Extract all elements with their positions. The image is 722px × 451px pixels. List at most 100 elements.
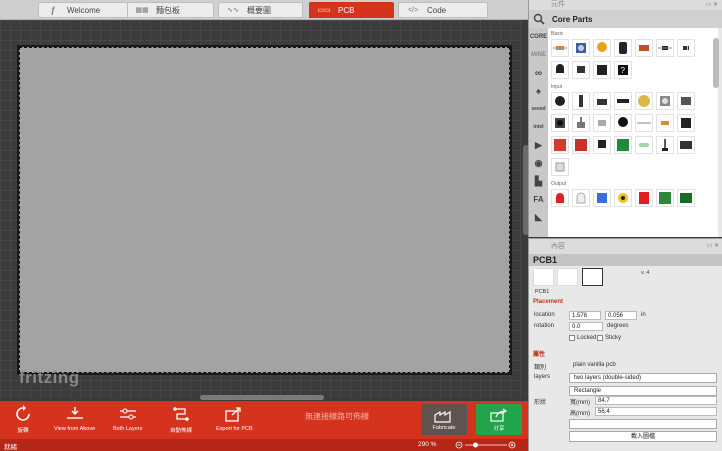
part-resistor-icon[interactable] (551, 39, 569, 57)
part-slider-icon[interactable] (614, 92, 632, 110)
tab-schematic[interactable]: ∿∿ 概要圖 (218, 2, 303, 18)
load-image-button[interactable]: 載入圖檔 (569, 431, 717, 442)
part-potentiometer-icon[interactable] (572, 39, 590, 57)
bin-play-icon[interactable]: ▶ (529, 136, 548, 154)
bin-intel-icon[interactable]: intel (529, 118, 548, 136)
height-input[interactable]: 56.4 (595, 407, 717, 416)
tab-code[interactable]: </> Code (398, 2, 488, 18)
part-transistor-icon[interactable] (551, 61, 569, 79)
rotate-button[interactable]: 旋轉 (12, 404, 34, 434)
part-photocell-icon[interactable] (635, 92, 653, 110)
part-button-icon[interactable] (551, 114, 569, 132)
shape-select[interactable]: Rectangle (569, 386, 717, 396)
part-encoder-icon[interactable] (572, 114, 590, 132)
rotation-input[interactable]: 0.0 (569, 322, 603, 331)
part-gear-icon[interactable] (614, 189, 632, 207)
tab-welcome[interactable]: f Welcome (38, 2, 128, 18)
part-sensor-icon[interactable] (656, 92, 674, 110)
bin-sparkfun-icon[interactable]: ♠ (529, 82, 548, 100)
share-label: 分享 (493, 425, 505, 432)
bin-fa-icon[interactable]: FA (529, 190, 548, 208)
part-diode-2-icon[interactable] (677, 39, 695, 57)
part-seven-segment-icon[interactable] (635, 189, 653, 207)
part-breakout-red-2-icon[interactable] (572, 136, 590, 154)
inspector-title-text: 內容 (551, 243, 565, 250)
pcb-canvas[interactable]: fritzing (0, 20, 522, 398)
part-led-red-icon[interactable] (551, 189, 569, 207)
part-antenna-icon[interactable] (656, 136, 674, 154)
part-led-blue-icon[interactable] (593, 189, 611, 207)
fritzing-window: f Welcome ▦▦ 麵包板 ∿∿ 概要圖 ▭▭ PCB </> Code … (0, 0, 722, 451)
tab-breadboard-label: 麵包板 (156, 5, 180, 15)
bin-seeed-icon[interactable]: seeed (529, 100, 548, 118)
part-lcd-icon[interactable] (677, 189, 695, 207)
part-diode-icon[interactable] (656, 39, 674, 57)
bin-maker-icon[interactable]: ◉ (529, 154, 548, 172)
part-keypad-icon[interactable] (677, 114, 695, 132)
factory-icon (434, 410, 451, 423)
part-small-module-icon[interactable] (551, 158, 569, 176)
export-pcb-button[interactable]: Export for PCB (216, 404, 253, 432)
part-fet-icon[interactable] (572, 61, 590, 79)
part-green-board-icon[interactable] (614, 136, 632, 154)
locked-checkbox[interactable] (569, 335, 575, 341)
properties-section-title: 屬性 (533, 352, 546, 358)
locked-label: Locked (577, 335, 597, 341)
bin-bird-icon[interactable]: ◣ (529, 208, 548, 226)
breadboard-thumbnail (533, 268, 554, 286)
part-glass-icon[interactable] (635, 136, 653, 154)
shape-label: 形狀 (534, 400, 547, 406)
part-mystery-icon[interactable]: ? (614, 61, 632, 79)
location-y-input[interactable]: 0.056 (605, 311, 637, 320)
bin-factory-icon[interactable]: ▙ (529, 172, 548, 190)
panel-float-close-icon[interactable]: ▭ ✕ (706, 0, 718, 10)
bin-mine[interactable]: MINE (529, 46, 548, 64)
part-knob-icon[interactable] (614, 114, 632, 132)
part-mic-icon[interactable] (551, 92, 569, 110)
part-reed-icon[interactable] (635, 114, 653, 132)
part-fsr-icon[interactable] (656, 114, 674, 132)
layers-select[interactable]: two layers (double-sided) (569, 373, 717, 383)
pcb-board[interactable] (17, 45, 512, 375)
part-inductor-icon[interactable] (635, 39, 653, 57)
rotate-label: 旋轉 (17, 428, 29, 434)
part-switch-icon[interactable] (677, 92, 695, 110)
tab-pcb[interactable]: ▭▭ PCB (309, 2, 394, 18)
location-x-input[interactable]: 1.578 (569, 311, 601, 320)
part-matrix-icon[interactable] (656, 189, 674, 207)
routing-status: 無連接線路可佈線 (305, 412, 369, 421)
part-electrolytic-capacitor-icon[interactable] (614, 39, 632, 57)
parts-scrollbar-thumb[interactable] (713, 38, 719, 88)
view-from-above-label: View from Above (54, 426, 96, 432)
parts-panel: 元件 ▭ ✕ Core Parts CORE MINE ∞ ♠ seeed in… (528, 0, 722, 237)
bin-arduino-icon[interactable]: ∞ (529, 64, 548, 82)
tab-code-label: Code (427, 5, 447, 15)
part-pot-slide-icon[interactable] (572, 92, 590, 110)
part-ic-icon[interactable] (593, 61, 611, 79)
part-module-icon[interactable] (677, 136, 695, 154)
autoroute-button[interactable]: 自動佈線 (170, 404, 192, 434)
fabricate-button[interactable]: Fabricate (421, 404, 467, 435)
section-output: Output (551, 181, 567, 187)
part-ir-receiver-icon[interactable] (593, 136, 611, 154)
view-from-above-button[interactable]: View from Above (54, 404, 95, 432)
tab-breadboard[interactable]: ▦▦ 麵包板 (127, 2, 214, 18)
sticky-checkbox[interactable] (597, 335, 603, 341)
canvas-horizontal-scroll-thumb[interactable] (200, 395, 324, 400)
parts-header: Core Parts (529, 10, 722, 28)
width-input[interactable]: 84.7 (595, 396, 717, 405)
bin-core[interactable]: CORE (529, 28, 548, 46)
share-button[interactable]: 分享 (476, 404, 522, 435)
part-tilt-icon[interactable] (593, 114, 611, 132)
part-rotary-icon[interactable] (593, 92, 611, 110)
panel-float-close-icon[interactable]: ▭ ✕ (707, 239, 719, 254)
zoom-slider[interactable] (455, 440, 517, 450)
sticky-label: Sticky (605, 335, 622, 341)
part-led-white-icon[interactable] (572, 189, 590, 207)
part-breakout-red-icon[interactable] (551, 136, 569, 154)
search-icon[interactable] (531, 11, 547, 27)
both-layers-button[interactable]: Both Layers (113, 404, 142, 432)
pcb-thumbnail (582, 268, 603, 286)
empty-select[interactable] (569, 419, 717, 429)
part-ceramic-capacitor-icon[interactable] (593, 39, 611, 57)
